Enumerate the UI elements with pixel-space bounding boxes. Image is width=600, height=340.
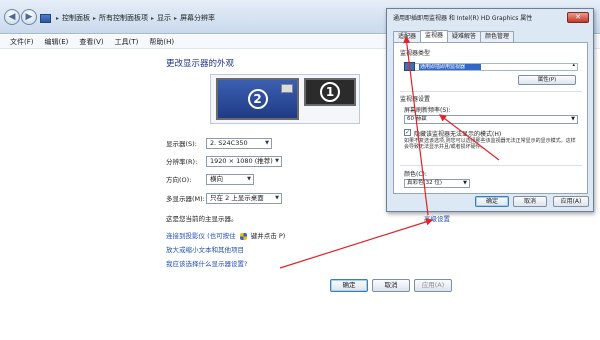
monitor-tab-panel: 监视器类型 通用即插即用监视器 ▴ 属性(P) 监视器设置 屏幕刷新频率(S):… [393, 42, 588, 194]
chevron-right-icon: ▸ [93, 14, 97, 22]
scroll-arrow-icon: ▴ [572, 62, 575, 68]
close-button[interactable]: ✕ [567, 12, 589, 23]
chevron-right-icon: ▸ [174, 14, 178, 22]
orientation-row: 方向(O): 横向 ▼ [166, 173, 254, 185]
orientation-select[interactable]: 横向 ▼ [206, 173, 254, 185]
chevron-down-icon: ▼ [265, 139, 269, 146]
chevron-down-icon: ▼ [463, 180, 467, 186]
windows-key-icon [239, 232, 247, 240]
multiple-displays-value: 只在 2 上显示桌面 [210, 193, 264, 202]
colors-select[interactable]: 真彩色(32 位) ▼ [404, 179, 470, 188]
monitor-number-badge: 2 [247, 89, 268, 109]
monitor-2[interactable]: 2 [216, 78, 299, 120]
breadcrumb-control-panel[interactable]: 控制面板 [62, 13, 90, 23]
divider [400, 91, 582, 92]
display-row: 显示器(S): 2. S24C350 ▼ [166, 137, 272, 149]
control-panel-icon [40, 13, 51, 23]
chevron-down-icon: ▼ [571, 116, 575, 122]
monitor-icon [404, 62, 415, 71]
back-button[interactable]: ◀ [4, 9, 20, 25]
connect-projector-link[interactable]: 连接到投影仪 (也可按住 [166, 232, 236, 240]
chevron-down-icon: ▼ [275, 157, 279, 164]
forward-button[interactable]: ▶ [21, 9, 37, 25]
display-select[interactable]: 2. S24C350 ▼ [206, 137, 272, 149]
breadcrumb: ▸ 控制面板 ▸ 所有控制面板项 ▸ 显示 ▸ 屏幕分辨率 [40, 11, 215, 25]
breadcrumb-display[interactable]: 显示 [157, 13, 171, 23]
resolution-label: 分辨率(R): [166, 158, 198, 166]
dialog-apply-button[interactable]: 应用(A) [553, 196, 589, 207]
display-settings-help-link[interactable]: 我应该选择什么显示器设置? [166, 258, 247, 268]
breadcrumb-screen-resolution[interactable]: 屏幕分辨率 [180, 13, 215, 23]
colors-value: 真彩色(32 位) [407, 180, 443, 186]
chevron-right-icon: ▸ [151, 14, 155, 22]
menu-help[interactable]: 帮助(H) [149, 37, 174, 47]
monitor-arrangement[interactable]: 2 1 [210, 74, 360, 124]
properties-button[interactable]: 属性(P) [518, 75, 576, 85]
chevron-down-icon: ▼ [275, 194, 279, 201]
projector-link-row: 连接到投影仪 (也可按住 键并点击 P) [166, 230, 285, 240]
multiple-displays-select[interactable]: 只在 2 上显示桌面 ▼ [206, 192, 282, 204]
ok-button[interactable]: 确定 [330, 279, 368, 292]
text-size-link[interactable]: 放大或缩小文本和其他项目 [166, 244, 244, 254]
refresh-rate-select[interactable]: 60 赫兹 ▼ [404, 115, 578, 124]
dialog-title: 通用即插即用监视器 和 Intel(R) HD Graphics 属性 [393, 15, 533, 22]
tab-troubleshoot[interactable]: 疑难解答 [447, 31, 482, 42]
hide-modes-checkbox[interactable]: ✓ [404, 129, 411, 136]
properties-button-label: 属性(P) [537, 77, 557, 83]
monitor-type-label: 监视器类型 [400, 50, 431, 57]
display-value: 2. S24C350 [210, 138, 248, 147]
multiple-displays-label: 多显示器(M): [166, 195, 205, 203]
colors-label: 颜色(C): [404, 171, 427, 178]
monitor-type-item[interactable]: 通用即插即用监视器 [419, 64, 481, 70]
chevron-down-icon: ▼ [247, 175, 251, 182]
menu-edit[interactable]: 编辑(E) [45, 37, 69, 47]
breadcrumb-all-items[interactable]: 所有控制面板项 [99, 13, 148, 23]
dialog-tabs: 适配器 监视器 疑难解答 颜色管理 [393, 30, 515, 42]
monitor-1[interactable]: 1 [304, 78, 356, 106]
tab-adapter[interactable]: 适配器 [393, 31, 422, 42]
tab-color-management[interactable]: 颜色管理 [480, 31, 515, 42]
resolution-value: 1920 × 1080 (推荐) [210, 156, 273, 165]
orientation-value: 横向 [210, 174, 223, 183]
refresh-rate-value: 60 赫兹 [407, 116, 427, 122]
monitor-settings-label: 监视器设置 [400, 96, 431, 103]
projector-hint: 键并点击 P) [250, 232, 286, 240]
tab-monitor[interactable]: 监视器 [420, 30, 449, 42]
primary-display-note: 这是您当前的主显示器。 [166, 215, 238, 223]
monitor-type-list[interactable]: 通用即插即用监视器 ▴ [404, 62, 578, 71]
resolution-row: 分辨率(R): 1920 × 1080 (推荐) ▼ [166, 155, 282, 167]
page-title: 更改显示器的外观 [166, 59, 235, 69]
menu-view[interactable]: 查看(V) [79, 37, 103, 47]
hide-modes-label: 隐藏该监视器无法显示的模式(H) [414, 131, 502, 138]
orientation-label: 方向(O): [166, 176, 192, 184]
refresh-rate-label: 屏幕刷新频率(S): [404, 107, 451, 114]
monitor-thumbnail [281, 84, 293, 93]
display-label: 显示器(S): [166, 140, 197, 148]
monitor-properties-dialog: 通用即插即用监视器 和 Intel(R) HD Graphics 属性 ✕ 适配… [386, 8, 594, 212]
dialog-cancel-button[interactable]: 取消 [513, 196, 547, 207]
apply-button[interactable]: 应用(A) [414, 279, 452, 292]
multiple-displays-row: 多显示器(M): 只在 2 上显示桌面 ▼ [166, 192, 282, 204]
advanced-settings-link[interactable]: 高级设置 [424, 213, 450, 223]
dialog-ok-button[interactable]: 确定 [475, 196, 509, 207]
hide-modes-warning: 如果不复选该选项,则您可以选择那些该监视器无法正常显示的显示模式。这样会导致无法… [404, 138, 576, 150]
monitor-number-badge: 1 [320, 82, 340, 102]
menu-file[interactable]: 文件(F) [10, 37, 34, 47]
divider [400, 165, 582, 166]
chevron-right-icon: ▸ [56, 14, 60, 22]
cancel-button[interactable]: 取消 [372, 279, 410, 292]
menu-tools[interactable]: 工具(T) [115, 37, 139, 47]
resolution-select[interactable]: 1920 × 1080 (推荐) ▼ [206, 155, 282, 167]
